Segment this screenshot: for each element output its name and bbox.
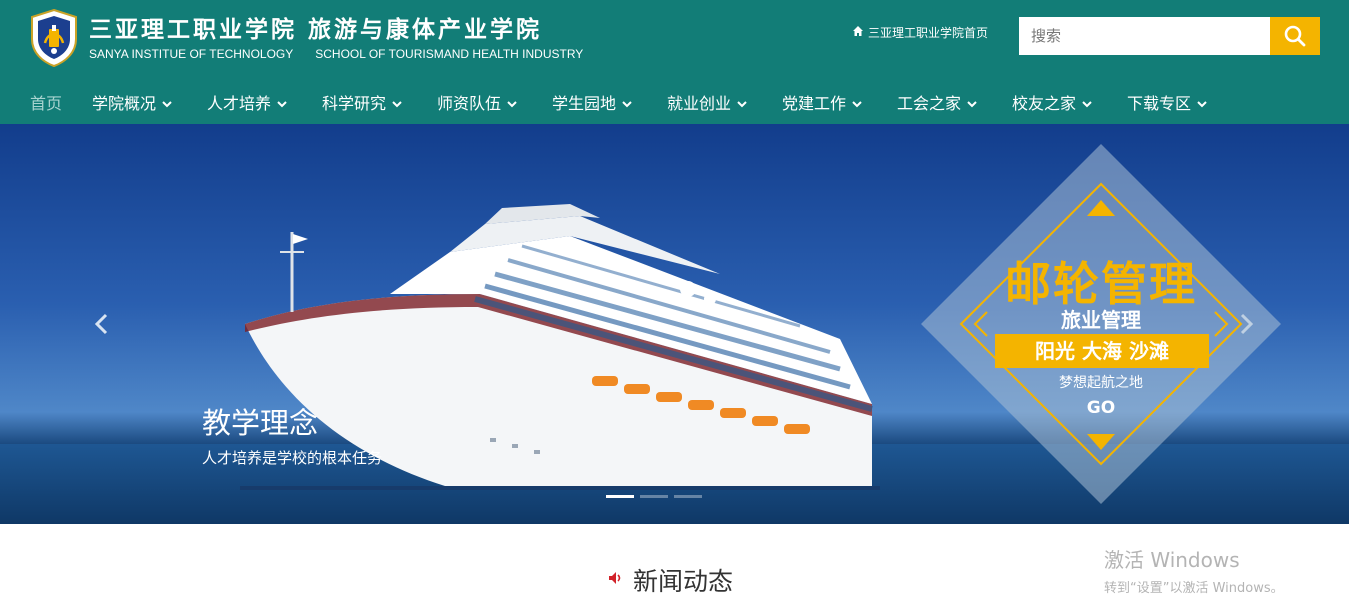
nav-item-label: 工会之家 (897, 94, 962, 113)
nav-item-about[interactable]: 学院概况 (92, 90, 172, 114)
home-icon (852, 25, 864, 40)
main-site-home-link[interactable]: 三亚理工职业学院首页 (852, 24, 988, 41)
nav-item-alumni[interactable]: 校友之家 (1012, 90, 1092, 114)
search-button[interactable] (1270, 17, 1320, 55)
carousel-dot-1[interactable] (606, 495, 634, 498)
nav-item-label: 学生园地 (552, 94, 617, 113)
nav-item-label: 就业创业 (667, 94, 732, 113)
school-name-cn: 三亚理工职业学院 旅游与康体产业学院 (89, 16, 543, 43)
promo-tagline: 阳光 大海 沙滩 (995, 334, 1209, 368)
nav-item-label: 党建工作 (782, 94, 847, 113)
college-name-en: SCHOOL OF TOURISMAND HEALTH INDUSTRY (315, 47, 584, 61)
carousel-prev-button[interactable] (92, 310, 110, 343)
chevron-down-icon (737, 93, 747, 112)
main-site-home-label: 三亚理工职业学院首页 (868, 26, 989, 40)
nav-item-label: 校友之家 (1012, 94, 1077, 113)
chevron-down-icon (277, 93, 287, 112)
search-input[interactable] (1019, 17, 1270, 55)
nav-item-label: 学院概况 (92, 94, 157, 113)
site-header: 三亚理工职业学院 旅游与康体产业学院 SANYA INSTITUE OF TEC… (0, 0, 1349, 124)
institute-name-en: SANYA INSTITUE OF TECHNOLOGY (89, 47, 294, 61)
nav-item-union[interactable]: 工会之家 (897, 90, 977, 114)
chevron-left-icon (92, 310, 110, 343)
nav-item-faculty[interactable]: 师资队伍 (437, 90, 517, 114)
nav-item-label: 科学研究 (322, 94, 387, 113)
nav-item-downloads[interactable]: 下载专区 (1127, 90, 1207, 114)
hero-carousel[interactable]: 教学理念 人才培养是学校的根本任务 邮轮管理 旅业管理 阳光 大海 沙滩 梦想起… (0, 124, 1349, 524)
news-section-title: 新闻动态 (633, 567, 734, 596)
main-nav: 首页 学院概况 人才培养 科学研究 师资队伍 学生园地 就业创业 党建工作 工会… (0, 78, 1349, 124)
promo-go-label: GO (1086, 398, 1116, 418)
nav-item-talent-training[interactable]: 人才培养 (207, 90, 287, 114)
nav-item-label: 首页 (30, 94, 63, 113)
watermark-line-1: 激活 Windows (1104, 548, 1240, 572)
windows-activation-watermark: 激活 Windows 转到“设置”以激活 Windows。 (1104, 544, 1284, 596)
carousel-dot-3[interactable] (674, 495, 702, 498)
nav-item-label: 师资队伍 (437, 94, 502, 113)
nav-item-students[interactable]: 学生园地 (552, 90, 632, 114)
speaker-icon (607, 570, 623, 590)
search-box (1019, 17, 1320, 55)
chevron-down-icon (852, 93, 862, 112)
school-logo[interactable] (30, 8, 78, 68)
watermark-line-2: 转到“设置”以激活 Windows。 (1104, 581, 1284, 596)
nav-item-home[interactable]: 首页 (30, 90, 62, 114)
chevron-down-icon (1197, 93, 1207, 112)
promo-subtitle: 旅业管理 (1061, 308, 1141, 332)
nav-item-label: 下载专区 (1127, 94, 1192, 113)
search-icon (1284, 25, 1306, 47)
carousel-dot-2[interactable] (640, 495, 668, 498)
nav-item-research[interactable]: 科学研究 (322, 90, 402, 114)
school-name-en: SANYA INSTITUE OF TECHNOLOGY SCHOOL OF TO… (89, 47, 583, 61)
carousel-indicators (606, 495, 702, 498)
slide-caption-subtitle: 人才培养是学校的根本任务 (202, 449, 383, 467)
chevron-down-icon (1082, 93, 1092, 112)
nav-item-label: 人才培养 (207, 94, 272, 113)
chevron-down-icon (162, 93, 172, 112)
slide-caption-title: 教学理念 (202, 406, 319, 440)
chevron-down-icon (392, 93, 402, 112)
chevron-down-icon (507, 93, 517, 112)
promo-slogan: 梦想起航之地 (1059, 375, 1143, 391)
news-section-heading: 新闻动态 (607, 562, 733, 598)
cruise-management-promo[interactable]: 邮轮管理 旅业管理 阳光 大海 沙滩 梦想起航之地 GO (921, 144, 1281, 504)
nav-item-employment[interactable]: 就业创业 (667, 90, 747, 114)
chevron-down-icon (622, 93, 632, 112)
chevron-down-icon (967, 93, 977, 112)
nav-item-party-building[interactable]: 党建工作 (782, 90, 862, 114)
